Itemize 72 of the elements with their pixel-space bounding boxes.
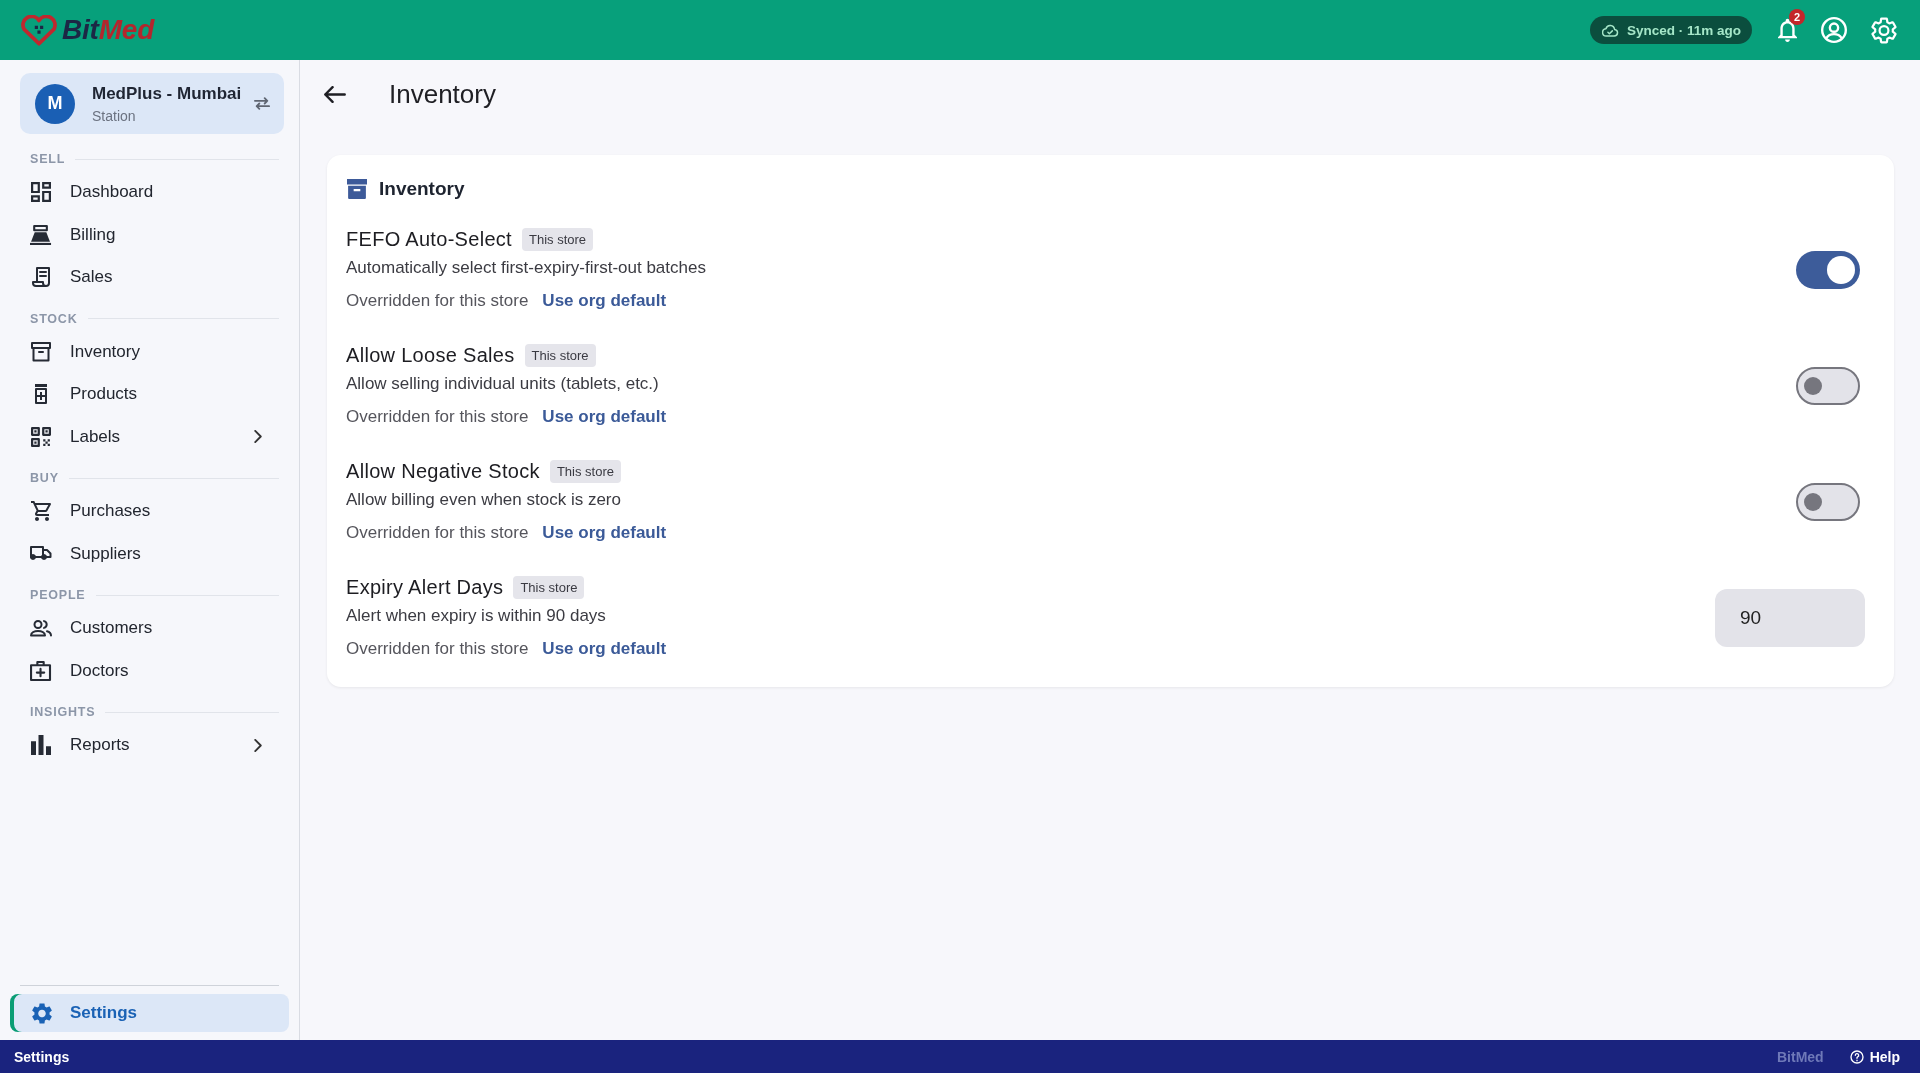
people-icon [30, 618, 52, 639]
override-note: Overridden for this store [346, 291, 529, 311]
toggle-switch[interactable] [1796, 482, 1860, 521]
scope-tag: This store [524, 343, 596, 367]
bar-chart-icon [31, 735, 51, 756]
nav-item[interactable]: Customers [0, 607, 299, 650]
archive-box-icon [31, 341, 51, 362]
scope-tag: This store [549, 459, 621, 483]
card-title: Inventory [379, 178, 465, 200]
heart-logo-icon [20, 14, 58, 46]
reset-link[interactable]: Use org default [542, 639, 667, 659]
receipt-icon [32, 267, 50, 288]
help-icon [1849, 1049, 1864, 1064]
nav-item[interactable]: Labels [0, 415, 299, 458]
section-heading: STOCK [30, 311, 78, 326]
account-icon[interactable] [1821, 17, 1847, 43]
setting-title: Allow Loose Sales [346, 343, 515, 367]
nav-item[interactable]: Doctors [0, 649, 299, 692]
toggle-switch[interactable] [1796, 366, 1860, 405]
nav-item[interactable]: Purchases [0, 490, 299, 533]
help-link[interactable]: Help [1849, 1048, 1900, 1065]
station-avatar: M [35, 83, 75, 124]
reset-link[interactable]: Use org default [542, 523, 667, 543]
qr-code-icon [31, 426, 51, 447]
number-field[interactable]: 90 [1715, 588, 1865, 647]
notification-count: 2 [1789, 9, 1805, 25]
setting-title: Allow Negative Stock [346, 459, 540, 483]
override-note: Overridden for this store [346, 523, 529, 543]
sync-status-text: Synced · 11m ago [1626, 22, 1741, 38]
brand-label: BitMed [1777, 1048, 1824, 1065]
setting-description: Alert when expiry is within 90 days [346, 605, 607, 627]
cloud-check-icon [1601, 23, 1619, 37]
section-heading: SELL [30, 152, 66, 166]
settings-icon [32, 1002, 52, 1024]
nav-item[interactable]: Dashboard [0, 171, 299, 214]
section-heading: PEOPLE [30, 588, 86, 602]
cash-register-icon [30, 224, 52, 245]
reset-link[interactable]: Use org default [542, 291, 667, 311]
nav-item[interactable]: Products [0, 373, 299, 416]
shopping-cart-icon [31, 501, 51, 522]
nav-item[interactable]: Suppliers [0, 532, 299, 575]
scope-tag: This store [513, 575, 585, 599]
nav-item[interactable]: Billing [0, 213, 299, 256]
station-role: Station [92, 107, 137, 124]
dashboard-icon [31, 182, 51, 203]
setting-title: Expiry Alert Days [346, 575, 504, 599]
station-name: MedPlus - Mumbai [92, 83, 242, 104]
section-heading: INSIGHTS [30, 705, 96, 719]
nav-item[interactable]: Settings [10, 994, 289, 1032]
reset-link[interactable]: Use org default [542, 407, 667, 427]
setting-title: FEFO Auto-Select [346, 227, 512, 251]
medical-kit-icon [30, 660, 52, 681]
settings-icon[interactable] [1871, 16, 1897, 44]
nav-item[interactable]: Sales [0, 256, 299, 299]
setting-description: Allow selling individual units (tablets, etc.) [346, 373, 660, 395]
setting-description: Allow billing even when stock is zero [346, 489, 622, 511]
archive-box-icon [347, 179, 367, 199]
nav-item[interactable]: Reports [0, 724, 299, 767]
logo-text: BitMed [62, 14, 155, 46]
section-heading: BUY [30, 471, 59, 485]
back-arrow-icon[interactable] [324, 85, 346, 103]
setting-description: Automatically select first-expiry-first-out batches [346, 257, 706, 279]
scope-tag: This store [522, 227, 594, 251]
status-section: Settings [14, 1048, 70, 1065]
toggle-switch[interactable] [1796, 250, 1860, 289]
override-note: Overridden for this store [346, 407, 529, 427]
swap-arrows-icon [254, 97, 270, 110]
nav-item[interactable]: Inventory [0, 330, 299, 373]
override-note: Overridden for this store [346, 639, 529, 659]
station-switcher[interactable]: M MedPlus - Mumbai Station [20, 73, 284, 134]
page-title: Inventory [389, 78, 496, 110]
medicine-bottle-icon [34, 384, 48, 405]
